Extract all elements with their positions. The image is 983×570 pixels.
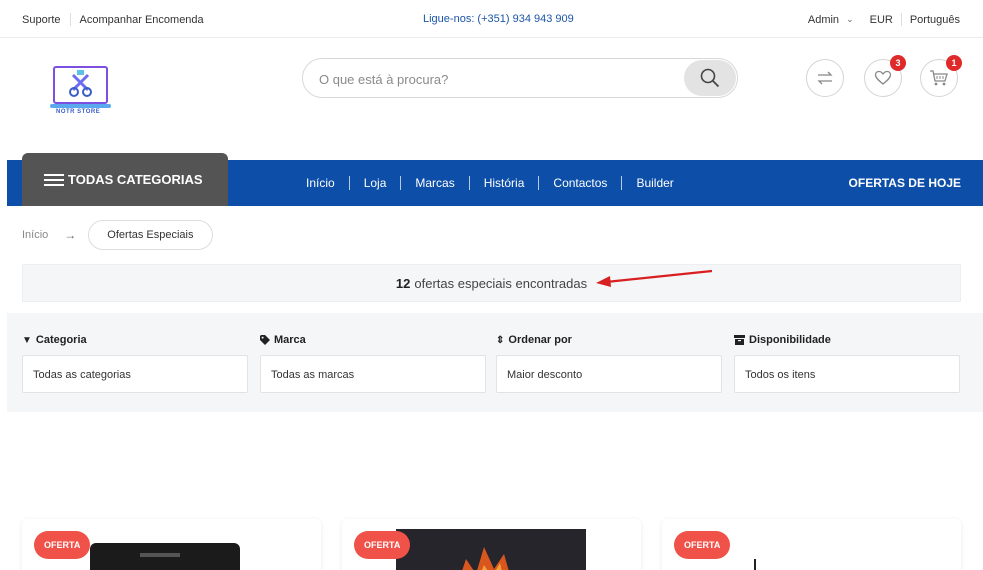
menu-icon [44, 173, 64, 187]
nav-links: Início Loja Marcas História Contactos Bu… [306, 176, 674, 190]
nav-link-marcas[interactable]: Marcas [415, 176, 454, 190]
divider [348, 176, 350, 190]
top-bar-left: Suporte Acompanhar Encomenda [22, 13, 204, 26]
nav-link-contactos[interactable]: Contactos [553, 176, 607, 190]
category-select[interactable]: Todas as categorias [22, 355, 248, 393]
top-bar: Suporte Acompanhar Encomenda Ligue-nos: … [0, 0, 983, 38]
filter-category-label: ▼ Categoria [22, 333, 248, 347]
wishlist-count-badge: 3 [890, 55, 906, 71]
box-icon [734, 335, 745, 345]
compare-icon [817, 71, 833, 85]
nav-link-inicio[interactable]: Início [306, 176, 335, 190]
track-order-link[interactable]: Acompanhar Encomenda [80, 14, 204, 26]
filter-category: ▼ Categoria Todas as categorias [22, 333, 248, 393]
filter-sort-title: Ordenar por [508, 334, 572, 346]
breadcrumb-home[interactable]: Início [22, 229, 48, 241]
filters-panel: ▼ Categoria Todas as categorias Marca To… [7, 313, 983, 412]
nav-link-builder[interactable]: Builder [636, 176, 673, 190]
laptop-base [50, 104, 111, 108]
product-image [396, 529, 586, 570]
nav-link-loja[interactable]: Loja [364, 176, 387, 190]
divider [621, 176, 623, 190]
account-menu[interactable]: Admin [808, 14, 839, 26]
compare-button[interactable] [806, 59, 844, 97]
product-card[interactable]: OFERTA [662, 519, 961, 570]
offer-badge: OFERTA [354, 531, 411, 559]
cart-button[interactable]: 1 [920, 55, 962, 97]
logo-text: NOTR STORE [56, 109, 101, 115]
divider [538, 176, 540, 190]
language-selector[interactable]: Português [910, 14, 960, 26]
funnel-icon: ▼ [22, 334, 32, 346]
currency-selector[interactable]: EUR [870, 14, 893, 26]
results-count: 12 [395, 275, 411, 291]
divider [400, 176, 402, 190]
breadcrumb: Início → Ofertas Especiais [22, 220, 213, 250]
offer-badge: OFERTA [34, 531, 91, 559]
offer-badge: OFERTA [674, 531, 731, 559]
filter-brand-label: Marca [260, 333, 486, 347]
search-bar [302, 58, 738, 98]
all-categories-label: TODAS CATEGORIAS [68, 172, 203, 187]
all-categories-button[interactable]: TODAS CATEGORIAS [22, 153, 228, 206]
cart-icon [930, 70, 948, 86]
search-input[interactable] [319, 69, 679, 89]
phone-link[interactable]: Ligue-nos: (+351) 934 943 909 [423, 13, 574, 25]
chevron-down-icon[interactable]: ⌄ [846, 14, 854, 25]
search-icon [700, 68, 720, 88]
arrow-right-icon: → [64, 228, 77, 242]
sort-select[interactable]: Maior desconto [496, 355, 722, 393]
nav-link-historia[interactable]: História [484, 176, 525, 190]
product-card[interactable]: OFERTA [22, 519, 321, 570]
divider [468, 176, 470, 190]
heart-icon [874, 70, 892, 85]
filter-brand-title: Marca [274, 334, 306, 346]
brand-select[interactable]: Todas as marcas [260, 355, 486, 393]
todays-offers-link[interactable]: OFERTAS DE HOJE [849, 176, 961, 190]
product-image [722, 529, 912, 570]
support-link[interactable]: Suporte [22, 14, 61, 26]
annotation-arrow-icon [596, 269, 713, 287]
filter-availability-label: Disponibilidade [734, 333, 960, 347]
filter-brand: Marca Todas as marcas [260, 333, 486, 393]
filter-category-title: Categoria [35, 334, 87, 346]
top-bar-right: Admin ⌄ EUR Português [808, 13, 960, 26]
store-logo[interactable]: NOTR STORE [50, 66, 111, 118]
tag-icon [260, 335, 270, 345]
availability-select[interactable]: Todos os itens [734, 355, 960, 393]
search-button[interactable] [684, 60, 736, 96]
sort-icon: ⇕ [496, 334, 505, 346]
filter-sort-label: ⇕ Ordenar por [496, 333, 722, 347]
cart-count-badge: 1 [946, 55, 962, 71]
wishlist-button[interactable]: 3 [864, 55, 906, 97]
results-summary: 12 ofertas especiais encontradas [22, 264, 961, 302]
breadcrumb-current: Ofertas Especiais [88, 220, 213, 250]
product-image [82, 529, 272, 570]
results-text: ofertas especiais encontradas [414, 275, 588, 291]
filter-sort: ⇕ Ordenar por Maior desconto [496, 333, 722, 393]
divider [69, 13, 71, 26]
laptop-icon [53, 66, 108, 104]
product-card[interactable]: OFERTA [342, 519, 641, 570]
divider [900, 13, 902, 26]
filter-availability: Disponibilidade Todos os itens [734, 333, 960, 393]
filter-availability-title: Disponibilidade [749, 334, 831, 346]
